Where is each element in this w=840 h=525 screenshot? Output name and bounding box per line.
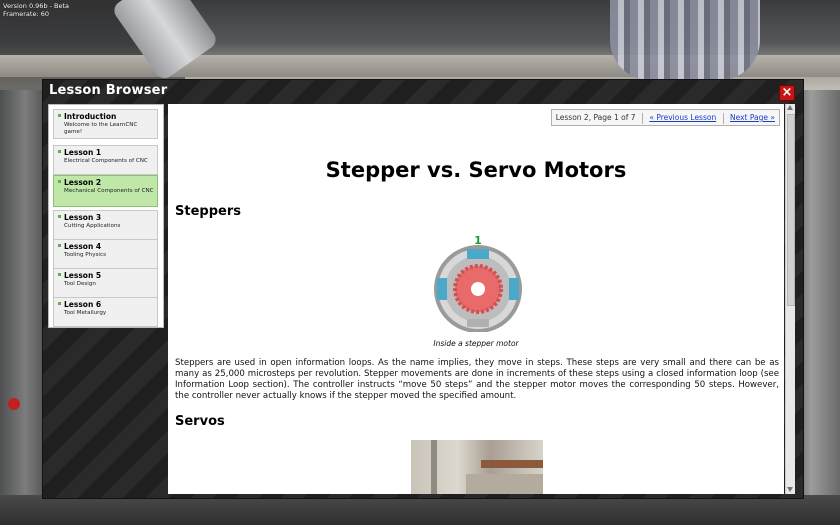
motor-coil	[467, 249, 489, 259]
next-page-link[interactable]: Next Page »	[730, 113, 775, 122]
motor-shaft	[471, 282, 485, 296]
page-info: Lesson 2, Page 1 of 7	[555, 113, 636, 122]
scroll-up-icon[interactable]	[787, 105, 793, 110]
bullet-icon	[58, 302, 61, 305]
background-machine-left	[0, 90, 42, 510]
lesson-name: Introduction	[64, 112, 117, 121]
lesson-item-3[interactable]: Lesson 3 Cutting Applications	[53, 210, 158, 240]
version-text: Version 0.96b - Beta	[3, 2, 70, 10]
lesson-desc: Electrical Components of CNC	[64, 158, 148, 164]
lesson-desc: Mechanical Components of CNC	[64, 188, 154, 194]
close-icon: ×	[781, 85, 793, 100]
servo-photo-detail	[431, 440, 437, 494]
lesson-name: Lesson 5	[64, 271, 102, 280]
lesson-desc: Tooling Physics	[64, 252, 106, 258]
version-overlay: Version 0.96b - Beta Framerate: 60	[3, 2, 69, 18]
lesson-desc: Cutting Applications	[64, 223, 121, 229]
lesson-sidebar: Introduction Welcome to the LearnCNC gam…	[48, 104, 164, 328]
motor-coil	[437, 278, 447, 300]
background-floor	[0, 495, 840, 525]
lesson-item-introduction[interactable]: Introduction Welcome to the LearnCNC gam…	[53, 109, 158, 139]
dialog-title: Lesson Browser	[49, 83, 168, 98]
lesson-desc: Tool Metallurgy	[64, 310, 107, 316]
lesson-item-4[interactable]: Lesson 4 Tooling Physics	[53, 239, 158, 269]
previous-lesson-link[interactable]: « Previous Lesson	[649, 113, 716, 122]
lesson-content: Lesson 2, Page 1 of 7 « Previous Lesson …	[168, 104, 784, 494]
lesson-desc: Welcome to the LearnCNC game!	[64, 122, 138, 135]
bullet-icon	[58, 114, 61, 117]
lesson-item-5[interactable]: Lesson 5 Tool Design	[53, 268, 158, 298]
image-caption: Inside a stepper motor	[433, 339, 519, 348]
servo-photo-detail	[466, 474, 543, 494]
lesson-browser-dialog: Lesson Browser × Introduction Welcome to…	[42, 79, 804, 499]
bullet-icon	[58, 244, 61, 247]
scroll-down-icon[interactable]	[787, 487, 793, 492]
pager-divider	[722, 112, 724, 124]
lesson-item-1[interactable]: Lesson 1 Electrical Components of CNC	[53, 145, 158, 175]
bullet-icon	[58, 215, 61, 218]
lesson-name: Lesson 1	[64, 148, 102, 157]
lesson-name: Lesson 6	[64, 300, 102, 309]
framerate-text: Framerate: 60	[3, 10, 49, 18]
steppers-paragraph: Steppers are used in open information lo…	[175, 358, 779, 401]
motor-coil	[467, 319, 489, 327]
lesson-desc: Tool Design	[64, 281, 96, 287]
content-scrollbar[interactable]	[785, 104, 795, 494]
lesson-name: Lesson 4	[64, 242, 102, 251]
lesson-item-6[interactable]: Lesson 6 Tool Metallurgy	[53, 297, 158, 327]
bullet-icon	[58, 273, 61, 276]
pager-divider	[641, 112, 643, 124]
lesson-name: Lesson 3	[64, 213, 102, 222]
servo-photo-detail	[481, 460, 543, 468]
section-heading-servos: Servos	[175, 414, 225, 429]
close-button[interactable]: ×	[779, 85, 795, 101]
section-heading-steppers: Steppers	[175, 204, 241, 219]
scroll-thumb[interactable]	[787, 114, 795, 306]
background-pipes	[610, 0, 760, 80]
lesson-pager: Lesson 2, Page 1 of 7 « Previous Lesson …	[550, 109, 780, 126]
background-red-knob	[8, 398, 20, 410]
stepper-motor-diagram: 1	[434, 234, 522, 332]
lesson-name: Lesson 2	[64, 178, 102, 187]
bullet-icon	[58, 180, 61, 183]
motor-coil	[509, 278, 519, 300]
bullet-icon	[58, 150, 61, 153]
servo-photo	[411, 440, 543, 494]
lesson-item-2[interactable]: Lesson 2 Mechanical Components of CNC	[53, 175, 158, 207]
page-title: Stepper vs. Servo Motors	[325, 158, 627, 182]
